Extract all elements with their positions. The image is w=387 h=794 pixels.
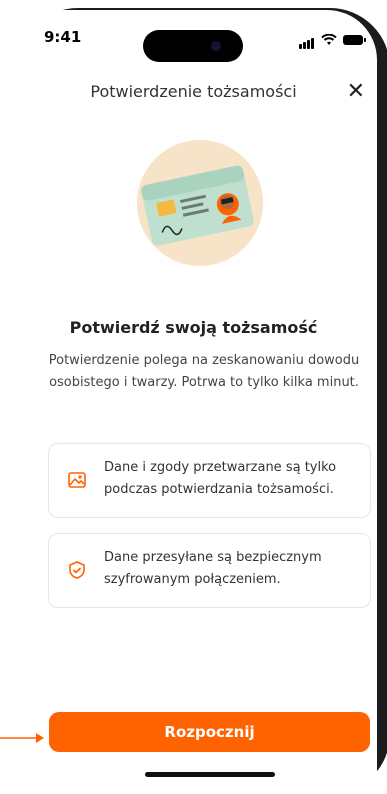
content-title: Potwierdź swoją tożsamość bbox=[69, 318, 318, 337]
info-card-text: Dane przesyłane są bezpiecznym szyfrowan… bbox=[104, 550, 322, 587]
content-subtitle: Potwierdzenie polega na zeskanowaniu dow… bbox=[48, 353, 360, 390]
camera-dot bbox=[211, 41, 221, 51]
home-indicator bbox=[145, 772, 275, 777]
status-time: 9:41 bbox=[44, 28, 82, 46]
battery-icon bbox=[343, 34, 366, 45]
dynamic-island bbox=[143, 30, 243, 62]
info-card: Dane przesyłane są bezpiecznym szyfrowan… bbox=[48, 533, 371, 608]
info-card-text: Dane i zgody przetwarzane są tylko podcz… bbox=[104, 460, 337, 497]
info-card: Dane i zgody przetwarzane są tylko podcz… bbox=[48, 443, 371, 518]
id-card-illustration bbox=[137, 140, 263, 266]
signal-icon bbox=[299, 30, 315, 49]
start-button[interactable]: Rozpocznij bbox=[49, 712, 370, 752]
image-document-icon bbox=[68, 472, 86, 488]
status-icons bbox=[299, 30, 366, 49]
arrow-pointer-icon bbox=[0, 733, 44, 743]
header: Potwierdzenie tożsamości ✕ bbox=[0, 79, 387, 112]
page-title: Potwierdzenie tożsamości bbox=[90, 82, 297, 101]
close-icon[interactable]: ✕ bbox=[347, 79, 365, 104]
status-bar: 9:41 bbox=[0, 20, 387, 62]
wifi-icon bbox=[321, 33, 337, 45]
shield-check-icon bbox=[69, 561, 85, 579]
screen bbox=[10, 10, 377, 794]
